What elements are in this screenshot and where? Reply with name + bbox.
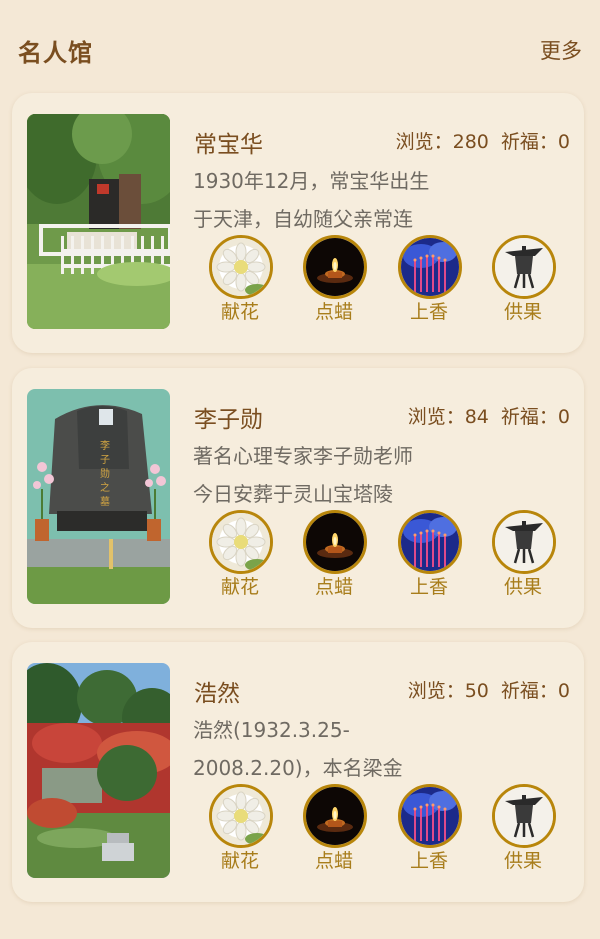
light-candle-button[interactable]: 点蜡 — [302, 784, 368, 879]
bio-line-2: 于天津，自幼随父亲常连 — [193, 207, 413, 231]
celebrity-name: 常宝华 — [194, 132, 263, 158]
blessings-label: 祈福： — [500, 131, 558, 153]
bio-line-2: 2008.2.20)，本名梁金 — [193, 756, 403, 780]
bio-line-2: 今日安葬于灵山宝塔陵 — [193, 482, 393, 506]
action-label: 上香 — [409, 301, 448, 323]
action-label: 上香 — [409, 576, 448, 598]
celebrity-name: 李子勋 — [194, 407, 263, 433]
stats: 浏览：280 祈福：0 — [396, 127, 570, 154]
stats: 浏览：84 祈福：0 — [408, 402, 570, 429]
views-label: 浏览： — [395, 131, 453, 153]
action-label: 点蜡 — [314, 850, 353, 872]
header: 名人馆 更多 — [0, 0, 600, 90]
action-label: 献花 — [220, 850, 259, 872]
grave-photo[interactable] — [27, 114, 170, 329]
offer-fruit-button[interactable]: 供果 — [491, 784, 557, 879]
action-label: 供果 — [503, 850, 542, 872]
action-row: 献花 点蜡 上香 供果 — [208, 784, 558, 879]
views-label: 浏览： — [407, 406, 465, 428]
incense-icon — [398, 510, 462, 574]
action-label: 供果 — [503, 301, 542, 323]
bronze-vessel-icon — [492, 784, 556, 848]
burn-incense-button[interactable]: 上香 — [397, 510, 463, 605]
chrysanthemum-icon — [209, 510, 273, 574]
action-label: 献花 — [220, 301, 259, 323]
blessings-count: 0 — [557, 406, 570, 428]
action-label: 献花 — [220, 576, 259, 598]
celebrity-name: 浩然 — [194, 681, 240, 707]
bronze-vessel-icon — [492, 235, 556, 299]
burn-incense-button[interactable]: 上香 — [397, 235, 463, 330]
more-link[interactable]: 更多 — [540, 35, 582, 65]
svg-text:李: 李 — [100, 439, 110, 452]
offer-flower-button[interactable]: 献花 — [208, 510, 274, 605]
svg-text:墓: 墓 — [100, 495, 110, 508]
views-count: 50 — [464, 680, 489, 702]
bio-line-1: 著名心理专家李子勋老师 — [193, 444, 413, 468]
celebrity-card[interactable]: 李 子 勋 之 墓 李子勋 浏览：84 祈福：0 著名心理专家李子勋老师 今日安… — [12, 368, 584, 628]
views-label: 浏览： — [407, 680, 465, 702]
blessings-label: 祈福： — [500, 406, 558, 428]
candle-icon — [303, 784, 367, 848]
celebrity-card[interactable]: 常宝华 浏览：280 祈福：0 1930年12月，常宝华出生 于天津，自幼随父亲常… — [12, 93, 584, 353]
candle-icon — [303, 510, 367, 574]
chrysanthemum-icon — [209, 235, 273, 299]
offer-fruit-button[interactable]: 供果 — [491, 235, 557, 330]
offer-flower-button[interactable]: 献花 — [208, 784, 274, 879]
blessings-count: 0 — [557, 680, 570, 702]
burn-incense-button[interactable]: 上香 — [397, 784, 463, 879]
action-row: 献花 点蜡 上香 供果 — [208, 235, 558, 330]
svg-text:之: 之 — [100, 481, 110, 494]
offer-fruit-button[interactable]: 供果 — [491, 510, 557, 605]
blessings-count: 0 — [557, 131, 570, 153]
action-label: 点蜡 — [314, 576, 353, 598]
incense-icon — [398, 235, 462, 299]
action-label: 供果 — [503, 576, 542, 598]
light-candle-button[interactable]: 点蜡 — [302, 510, 368, 605]
bio-line-1: 1930年12月，常宝华出生 — [193, 169, 430, 193]
page-title: 名人馆 — [18, 39, 93, 67]
celebrity-card[interactable]: 浩然 浏览：50 祈福：0 浩然(1932.3.25- 2008.2.20)，本名… — [12, 642, 584, 902]
grave-photo[interactable] — [27, 663, 170, 878]
views-count: 280 — [452, 131, 489, 153]
action-row: 献花 点蜡 上香 供果 — [208, 510, 558, 605]
incense-icon — [398, 784, 462, 848]
views-count: 84 — [464, 406, 489, 428]
bronze-vessel-icon — [492, 510, 556, 574]
light-candle-button[interactable]: 点蜡 — [302, 235, 368, 330]
offer-flower-button[interactable]: 献花 — [208, 235, 274, 330]
svg-text:子: 子 — [100, 454, 110, 466]
candle-icon — [303, 235, 367, 299]
action-label: 点蜡 — [314, 301, 353, 323]
bio-line-1: 浩然(1932.3.25- — [193, 718, 350, 742]
stats: 浏览：50 祈福：0 — [408, 676, 570, 703]
svg-text:勋: 勋 — [100, 467, 110, 480]
blessings-label: 祈福： — [500, 680, 558, 702]
grave-photo[interactable]: 李 子 勋 之 墓 — [27, 389, 170, 604]
chrysanthemum-icon — [209, 784, 273, 848]
action-label: 上香 — [409, 850, 448, 872]
